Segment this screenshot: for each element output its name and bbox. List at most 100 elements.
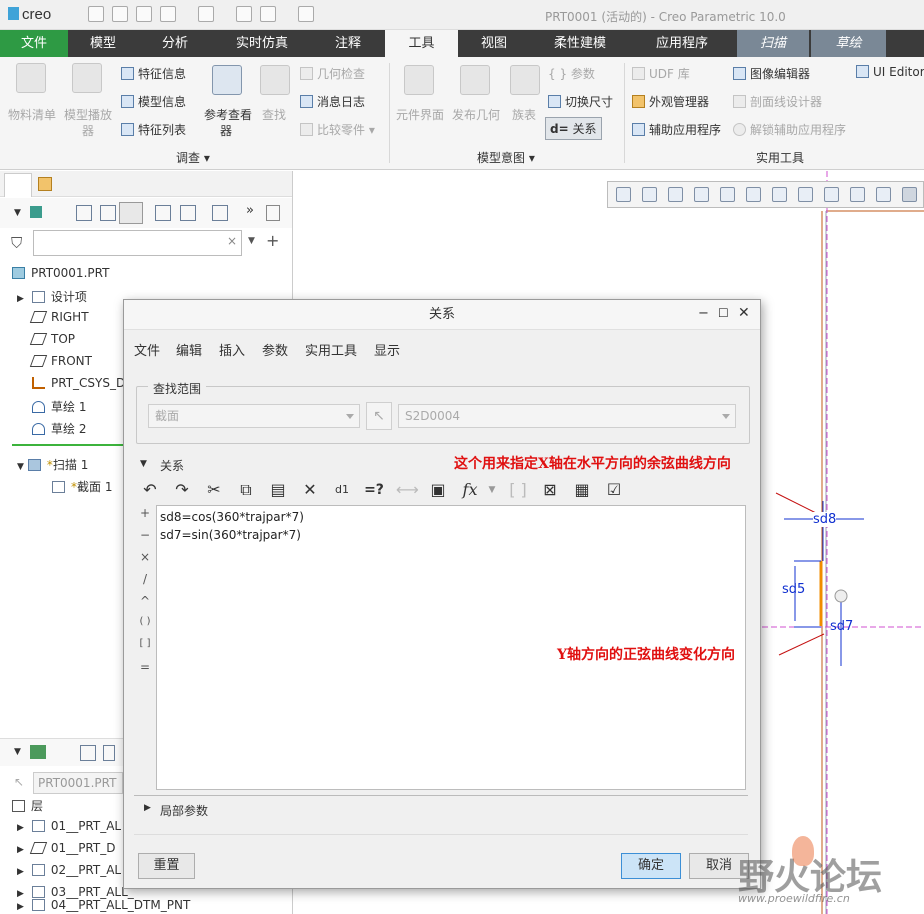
auxiliary-apps-button[interactable]: 辅助应用程序 (632, 121, 721, 138)
local-parameters-icon[interactable]: ▦ (572, 480, 592, 500)
model-intent-group-label[interactable]: 模型意图 ▾ (477, 149, 535, 166)
folder-browser-icon[interactable] (38, 177, 52, 191)
feature-info-button[interactable]: 特征信息 (121, 65, 186, 82)
tab-analysis[interactable]: 分析 (138, 30, 212, 57)
scope-item-select[interactable]: S2D0004 (398, 404, 736, 428)
new-file-icon[interactable] (88, 6, 104, 22)
parameters-button[interactable]: { } 参数 (548, 65, 595, 82)
relation-line[interactable]: sd7=sin(360*trajpar*7) (160, 528, 301, 542)
operator-brackets[interactable]: [ ] (137, 638, 153, 649)
tab-sketch[interactable]: 草绘 (811, 30, 886, 57)
reference-viewer-button[interactable]: 参考查看 (204, 106, 252, 123)
menu-display[interactable]: 显示 (374, 340, 400, 359)
datum-display-icon[interactable] (850, 187, 865, 202)
component-interface-button[interactable]: 元件界面 (396, 106, 444, 123)
chevron-down-icon[interactable]: ▼ (482, 480, 502, 500)
scope-type-select[interactable]: 截面 (148, 404, 360, 428)
dimension-sd5[interactable]: sd5 (782, 582, 805, 597)
tab-annotate[interactable]: 注释 (312, 30, 384, 57)
maximize-icon[interactable]: ☐ (718, 306, 729, 320)
minimize-icon[interactable]: − (698, 306, 709, 321)
save-icon[interactable] (136, 6, 152, 22)
operator-multiply[interactable]: × (137, 550, 153, 564)
perspective-icon[interactable] (824, 187, 839, 202)
tab-tools[interactable]: 工具 (385, 30, 458, 57)
dimension-sd7[interactable]: sd7 (830, 619, 853, 634)
feature-list-button[interactable]: 特征列表 (121, 121, 186, 138)
expand-icon[interactable]: ▶ (17, 823, 24, 833)
regenerate-icon[interactable] (236, 6, 252, 22)
copy-icon[interactable]: ⧉ (236, 480, 256, 500)
undo-icon[interactable]: ↶ (140, 480, 160, 500)
tree-columns-icon[interactable] (100, 205, 116, 221)
menu-file[interactable]: 文件 (134, 340, 160, 359)
verify-icon[interactable]: ☑ (604, 480, 624, 500)
tab-sweep[interactable]: 扫描 (737, 30, 809, 57)
page-icon[interactable] (266, 205, 280, 221)
tab-simulation[interactable]: 实时仿真 (212, 30, 312, 57)
find-button[interactable]: 查找 (262, 106, 286, 123)
sketch-view-icon[interactable] (902, 187, 917, 202)
chevron-down-icon[interactable]: ▼ (248, 236, 255, 246)
zoom-out-icon[interactable] (668, 187, 683, 202)
model-info-button[interactable]: 模型信息 (121, 93, 186, 110)
switch-dimensions-button[interactable]: 切换尺寸 (548, 93, 613, 110)
layer-model-field[interactable]: PRT0001.PRT (33, 772, 123, 794)
tree-root[interactable]: PRT0001.PRT (12, 266, 109, 280)
delete-icon[interactable]: ✕ (300, 480, 320, 500)
tree-settings-icon[interactable] (76, 205, 92, 221)
operator-divide[interactable]: / (137, 572, 153, 586)
unlock-aux-apps-button[interactable]: 解锁辅助应用程序 (733, 121, 846, 138)
repaint-icon[interactable] (694, 187, 709, 202)
windows-icon[interactable] (260, 6, 276, 22)
saved-orientations-icon[interactable] (772, 187, 787, 202)
tree-item-right[interactable]: RIGHT (29, 310, 89, 324)
paste-icon[interactable]: ▤ (268, 480, 288, 500)
tab-model[interactable]: 模型 (68, 30, 138, 57)
operator-plus[interactable]: + (137, 506, 153, 520)
tree-item-design-items[interactable]: ▶ 设计项 (17, 288, 87, 305)
tree-item-sweep-1[interactable]: ▼ *扫描 1 (17, 456, 88, 473)
tab-flexible-modeling[interactable]: 柔性建模 (530, 30, 630, 57)
details-icon[interactable] (212, 205, 228, 221)
menu-utilities[interactable]: 实用工具 (305, 340, 357, 359)
evaluate-button[interactable]: =? (364, 480, 384, 500)
display-style-icon[interactable] (746, 187, 761, 202)
tree-search-input[interactable] (33, 230, 242, 256)
refit-icon[interactable] (616, 187, 631, 202)
more-icon[interactable]: » (246, 203, 254, 218)
layer-item[interactable]: ▶ 01__PRT_D (17, 841, 115, 855)
layer-settings-icon[interactable] (80, 745, 96, 761)
operator-power[interactable]: ^ (137, 594, 153, 608)
insert-dimension-icon[interactable]: ⟷ (396, 480, 419, 500)
tree-item-sketch-2[interactable]: 草绘 2 (32, 420, 86, 437)
expand-icon[interactable]: ▶ (17, 294, 24, 304)
layer-options-icon[interactable] (103, 745, 115, 761)
reset-button[interactable]: 重置 (138, 853, 195, 879)
operator-equals[interactable]: = (137, 660, 153, 674)
appearance-manager-button[interactable]: 外观管理器 (632, 93, 709, 110)
layer-item[interactable]: ▶ 03__PRT_ALL_ (17, 885, 134, 899)
menu-insert[interactable]: 插入 (219, 340, 245, 359)
xsection-designer-button[interactable]: 剖面线设计器 (733, 93, 822, 110)
close-window-icon[interactable] (298, 6, 314, 22)
expand-icon[interactable]: ▶ (144, 803, 151, 813)
clear-icon[interactable]: × (227, 234, 237, 248)
image-editor-button[interactable]: 图像编辑器 (733, 65, 810, 82)
geometry-check-button[interactable]: 几何检查 (300, 65, 365, 82)
brackets-icon[interactable]: [ ] (508, 480, 528, 500)
add-icon[interactable]: + (266, 231, 279, 250)
spin-center-icon[interactable] (720, 187, 735, 202)
zoom-in-icon[interactable] (642, 187, 657, 202)
tree-item-front[interactable]: FRONT (29, 354, 92, 368)
tree-item-top[interactable]: TOP (29, 332, 75, 346)
udf-library-button[interactable]: UDF 库 (632, 65, 690, 82)
tab-applications[interactable]: 应用程序 (630, 30, 734, 57)
chevron-down-icon[interactable]: ▼ (14, 747, 21, 757)
relation-line[interactable]: sd8=cos(360*trajpar*7) (160, 510, 304, 524)
select-pointer-button[interactable]: ↖ (366, 402, 392, 430)
undo-icon[interactable] (160, 6, 176, 22)
operator-parentheses[interactable]: ( ) (137, 616, 153, 627)
layer-item[interactable]: ▶ 02__PRT_AL (17, 863, 121, 877)
relations-button[interactable]: d= 关系 (545, 117, 602, 140)
